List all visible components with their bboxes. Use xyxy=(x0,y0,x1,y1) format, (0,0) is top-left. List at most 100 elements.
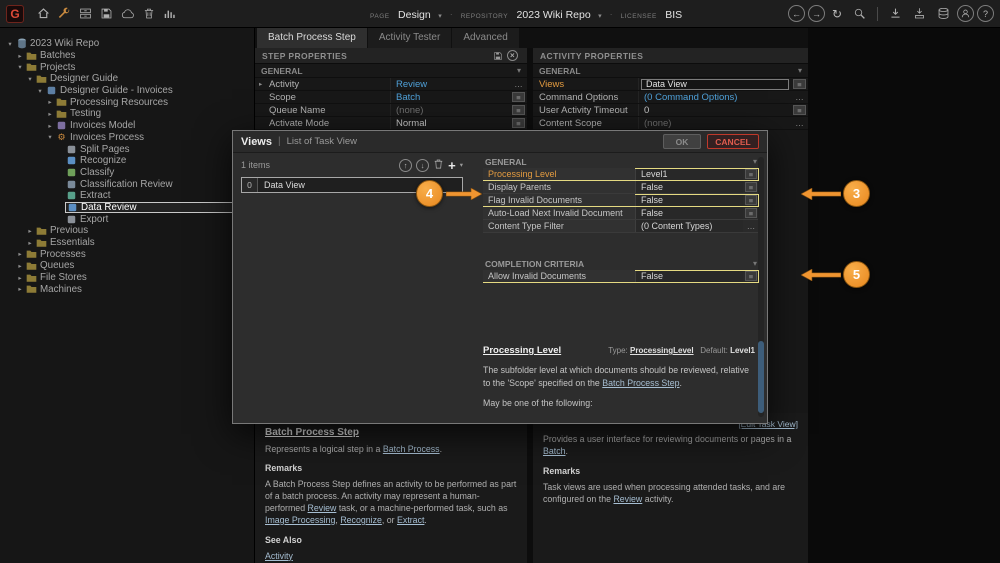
help-inline-link[interactable]: Review xyxy=(308,503,337,513)
property-value[interactable]: 0 xyxy=(638,104,791,116)
help-inline-link[interactable]: Review xyxy=(613,494,642,504)
tree-item-data-review[interactable]: Data Review xyxy=(0,202,254,214)
tree-chevron-right-icon[interactable]: ▸ xyxy=(15,285,25,293)
help-inline-link[interactable]: Extract xyxy=(397,515,424,525)
modal-section-general[interactable]: GENERAL▾ xyxy=(483,155,759,168)
tree-chevron-right-icon[interactable]: ▸ xyxy=(15,262,25,270)
add-item-icon[interactable]: + xyxy=(448,159,456,172)
tree-chevron-right-icon[interactable]: ▸ xyxy=(15,250,25,258)
tree-chevron-right-icon[interactable]: ▸ xyxy=(25,239,35,247)
property-value[interactable]: False xyxy=(635,181,743,193)
trash-icon[interactable] xyxy=(138,4,159,24)
tab-activity-tester[interactable]: Activity Tester xyxy=(368,28,452,48)
cancel-changes-icon[interactable]: × xyxy=(505,49,520,62)
page-selector[interactable]: PAGE Design ▾ xyxy=(370,5,442,23)
search-icon[interactable] xyxy=(849,4,870,24)
save-properties-icon[interactable] xyxy=(490,49,505,62)
tree-chevron-down-icon[interactable]: ▾ xyxy=(15,63,25,71)
cloud-upload-icon[interactable] xyxy=(117,4,138,24)
refresh-icon[interactable]: ↻ xyxy=(828,7,846,21)
row-editor-button[interactable]: ≡ xyxy=(745,169,757,179)
row-editor-button[interactable]: ≡ xyxy=(745,271,757,281)
tree-chevron-down-icon[interactable]: ▾ xyxy=(25,75,35,83)
ok-button[interactable]: OK xyxy=(663,134,701,149)
property-help-title[interactable]: Processing Level xyxy=(483,345,561,356)
help-inline-link[interactable]: Image Processing xyxy=(265,515,335,525)
tree-chevron-down-icon[interactable]: ▾ xyxy=(35,87,45,95)
tree-item-2023-wiki-repo[interactable]: ▾2023 Wiki Repo xyxy=(0,38,254,50)
move-up-icon[interactable]: ↑ xyxy=(399,159,412,172)
row-editor-button[interactable]: ≡ xyxy=(745,195,757,205)
tree-item-split-pages[interactable]: Split Pages xyxy=(0,143,254,155)
tree-chevron-right-icon[interactable]: ▸ xyxy=(25,227,35,235)
row-editor-button[interactable]: ≡ xyxy=(512,92,525,102)
property-value[interactable]: (0 Command Options) xyxy=(638,91,791,103)
tree-item-export[interactable]: Export xyxy=(0,213,254,225)
property-value[interactable]: False xyxy=(635,194,743,206)
archive-boxes-icon[interactable] xyxy=(75,4,96,24)
tree-item-processing-resources[interactable]: ▸Processing Resources xyxy=(0,96,254,108)
nav-back-icon[interactable]: ← xyxy=(788,5,805,22)
tree-item-invoices-process[interactable]: ▾⚙Invoices Process xyxy=(0,132,254,144)
help-inline-link[interactable]: Batch xyxy=(543,446,566,456)
type-value-link[interactable]: ProcessingLevel xyxy=(630,346,694,355)
row-editor-button[interactable]: ≡ xyxy=(512,118,525,128)
help-inline-link[interactable]: Batch Process xyxy=(383,444,440,454)
property-value[interactable]: (0 Content Types) xyxy=(635,220,743,232)
row-editor-button[interactable]: … xyxy=(745,221,757,231)
move-down-icon[interactable]: ↓ xyxy=(416,159,429,172)
tree-item-batches[interactable]: ▸Batches xyxy=(0,50,254,62)
row-editor-button[interactable]: ≡ xyxy=(793,79,806,89)
tree-item-machines[interactable]: ▸Machines xyxy=(0,283,254,295)
property-value[interactable]: Batch xyxy=(390,91,510,103)
wrench-icon[interactable] xyxy=(54,4,75,24)
tree-item-recognize[interactable]: Recognize xyxy=(0,155,254,167)
property-value[interactable]: Data View xyxy=(638,78,791,90)
expand-chevron-icon[interactable]: ▸ xyxy=(259,80,262,88)
tree-chevron-right-icon[interactable]: ▸ xyxy=(15,52,25,60)
row-editor-button[interactable]: ≡ xyxy=(512,105,525,115)
tree-item-classification-review[interactable]: Classification Review xyxy=(0,178,254,190)
save-icon[interactable] xyxy=(96,4,117,24)
tree-item-extract[interactable]: Extract xyxy=(0,190,254,202)
row-editor-button[interactable]: ≡ xyxy=(793,105,806,115)
cancel-button[interactable]: CANCEL xyxy=(707,134,759,149)
import-icon[interactable] xyxy=(909,4,930,24)
property-value[interactable]: (none) xyxy=(638,117,791,129)
nav-forward-icon[interactable]: → xyxy=(808,5,825,22)
stats-chart-icon[interactable] xyxy=(159,4,180,24)
tree-item-essentials[interactable]: ▸Essentials xyxy=(0,237,254,249)
tree-item-designer-guide-invoices[interactable]: ▾Designer Guide - Invoices xyxy=(0,85,254,97)
row-editor-button[interactable]: ≡ xyxy=(745,208,757,218)
tree-item-queues[interactable]: ▸Queues xyxy=(0,260,254,272)
home-icon[interactable] xyxy=(33,4,54,24)
tree-chevron-down-icon[interactable]: ▾ xyxy=(5,40,15,48)
section-header-general[interactable]: GENERAL ▾ xyxy=(255,64,527,78)
tree-chevron-right-icon[interactable]: ▸ xyxy=(45,110,55,118)
tree-item-invoices-model[interactable]: ▸Invoices Model xyxy=(0,120,254,132)
help-title[interactable]: Batch Process Step xyxy=(265,426,517,440)
tree-item-classify[interactable]: Classify xyxy=(0,167,254,179)
tree-item-testing[interactable]: ▸Testing xyxy=(0,108,254,120)
tree-item-projects[interactable]: ▾Projects xyxy=(0,61,254,73)
tab-batch-process-step[interactable]: Batch Process Step xyxy=(257,28,367,48)
tab-advanced[interactable]: Advanced xyxy=(452,28,518,48)
delete-item-icon[interactable] xyxy=(433,158,444,172)
section-header-general[interactable]: GENERAL ▾ xyxy=(533,64,808,78)
property-value[interactable]: False xyxy=(635,207,743,219)
row-editor-button[interactable]: … xyxy=(512,79,525,89)
property-value[interactable]: Level1 xyxy=(635,168,743,180)
row-editor-button[interactable]: ≡ xyxy=(745,182,757,192)
download-icon[interactable] xyxy=(885,4,906,24)
tree-chevron-right-icon[interactable]: ▸ xyxy=(45,122,55,130)
row-editor-button[interactable]: … xyxy=(793,92,806,102)
modal-section-completion-criteria[interactable]: COMPLETION CRITERIA▾ xyxy=(483,257,759,270)
tree-chevron-right-icon[interactable]: ▸ xyxy=(15,274,25,282)
see-also-link[interactable]: Activity xyxy=(265,551,293,561)
chevron-down-icon[interactable]: ▾ xyxy=(753,157,757,166)
property-value[interactable]: Normal xyxy=(390,117,510,129)
property-value[interactable]: (none) xyxy=(390,104,510,116)
row-editor-button[interactable]: … xyxy=(793,118,806,128)
add-item-dropdown-icon[interactable]: ▾ xyxy=(460,161,463,169)
tree-item-file-stores[interactable]: ▸File Stores xyxy=(0,272,254,284)
